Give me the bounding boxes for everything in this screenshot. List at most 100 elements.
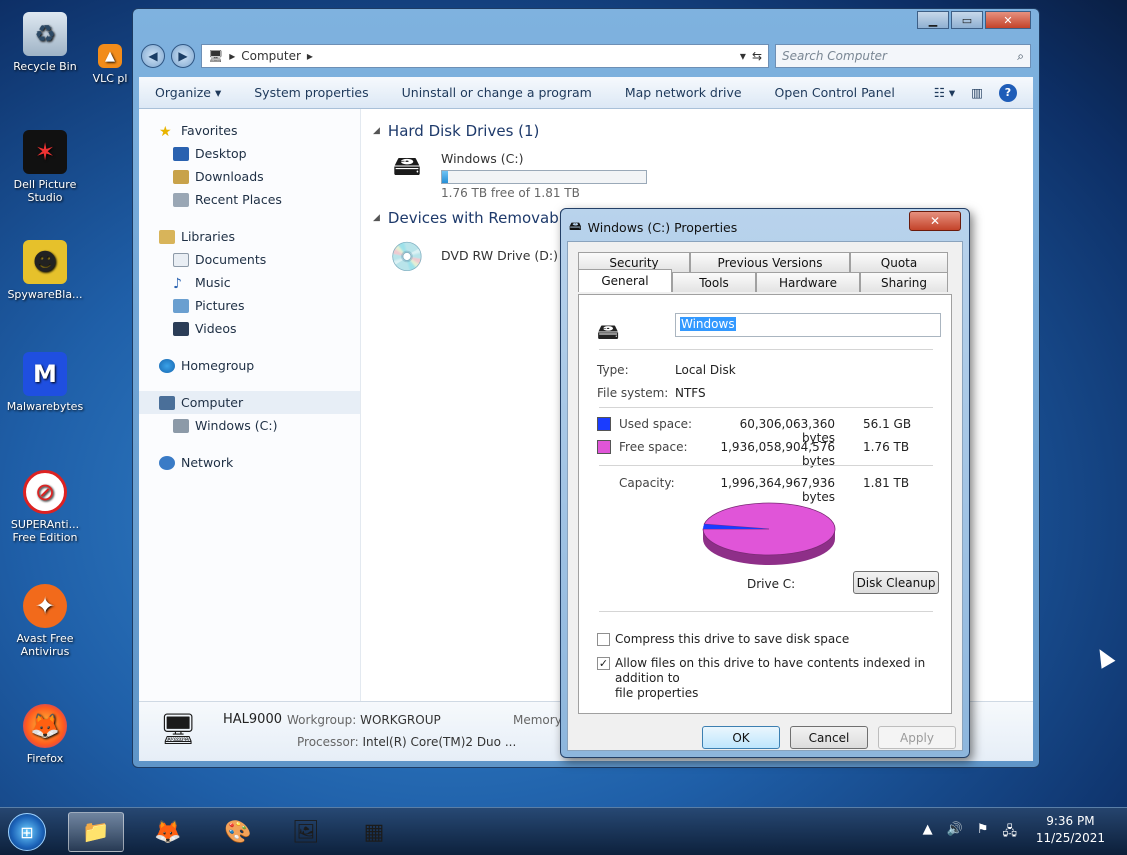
folder-icon: 📁 (82, 819, 110, 845)
cancel-button[interactable]: Cancel (790, 726, 868, 749)
firefox-icon: 🦊 (154, 819, 182, 845)
type-label: Type: (597, 363, 629, 377)
computer-icon: 🖥 (159, 712, 198, 747)
show-hidden-icons-icon[interactable]: ▲ (923, 822, 933, 844)
dialog-close-button[interactable]: ✕ (909, 211, 961, 231)
drive-c[interactable]: 🖴 Windows (C:) 1.76 TB free of 1.81 TB (383, 149, 1033, 200)
tab-previous-versions[interactable]: Previous Versions (690, 252, 850, 272)
hard-drive-icon: 🖴 (569, 218, 582, 233)
capacity-label: Capacity: (619, 476, 675, 490)
computer-icon: 🖥 (208, 49, 224, 63)
dvd-drive-icon: 💿 (389, 239, 425, 273)
search-placeholder: Search Computer (782, 49, 887, 63)
used-space-swatch (597, 417, 611, 431)
nav-downloads[interactable]: Downloads (139, 165, 360, 188)
properties-dialog: 🖴 Windows (C:) Properties ✕ Security Pre… (560, 208, 970, 758)
collapse-triangle-icon[interactable]: ◢ (373, 126, 380, 136)
tab-general[interactable]: General (578, 269, 672, 292)
compress-checkbox[interactable] (597, 633, 610, 646)
disk-cleanup-button[interactable]: Disk Cleanup (853, 571, 939, 594)
forward-button[interactable]: ▶ (171, 44, 195, 68)
system-tray: ▲ 🔊 ⚑ 🖧 (923, 822, 1017, 844)
system-properties-button[interactable]: System properties (254, 85, 368, 100)
chevron-down-icon[interactable]: ▾ (740, 49, 746, 63)
address-bar[interactable]: 🖥 ▸ Computer ▸ ▾ ⇆ (201, 44, 769, 68)
refresh-icon[interactable]: ⇆ (752, 49, 762, 63)
uninstall-program-button[interactable]: Uninstall or change a program (402, 85, 592, 100)
nav-windows-c[interactable]: Windows (C:) (139, 414, 360, 437)
downloads-icon (173, 169, 189, 184)
breadcrumb-computer[interactable]: Computer (241, 49, 301, 63)
nav-libraries[interactable]: Libraries (139, 225, 360, 248)
nav-network[interactable]: Network (139, 451, 360, 474)
type-value: Local Disk (675, 363, 736, 377)
maximize-button[interactable]: ▭ (951, 11, 983, 29)
taskbar-picture-app[interactable]: 🖼 (278, 812, 334, 852)
group-hard-disk-drives[interactable]: ◢ Hard Disk Drives (1) (373, 119, 1033, 143)
start-button[interactable]: ⊞ (8, 813, 46, 851)
desktop-icon-dell-picture-studio[interactable]: ✶ Dell Picture Studio (0, 130, 90, 204)
ok-button[interactable]: OK (702, 726, 780, 749)
back-button[interactable]: ◀ (141, 44, 165, 68)
taskbar-firefox[interactable]: 🦊 (140, 812, 196, 852)
organize-button[interactable]: Organize ▾ (155, 85, 221, 100)
nav-recent-places[interactable]: Recent Places (139, 188, 360, 211)
desktop-icon-superantispyware[interactable]: ⊘ SUPERAnti... Free Edition (0, 470, 90, 544)
volume-icon[interactable]: 🔊 (947, 822, 963, 844)
clock[interactable]: 9:36 PM 11/25/2021 (1036, 813, 1105, 847)
taskbar-control-panel[interactable]: ▦ (346, 812, 402, 852)
chevron-right-icon: ▸ (229, 49, 236, 63)
apply-button[interactable]: Apply (878, 726, 956, 749)
free-space-label: Free space: (619, 440, 688, 454)
preview-pane-icon[interactable]: ▥ (971, 85, 983, 100)
taskbar-explorer[interactable]: 📁 (68, 812, 124, 852)
nav-favorites[interactable]: ★ Favorites (139, 119, 360, 142)
close-button[interactable]: ✕ (985, 11, 1031, 29)
nav-videos[interactable]: Videos (139, 317, 360, 340)
general-tab-panel: 🖴 Windows Type: Local Disk File system: … (578, 294, 952, 714)
tab-tools[interactable]: Tools (672, 272, 756, 292)
tab-hardware[interactable]: Hardware (756, 272, 860, 292)
nav-pictures[interactable]: Pictures (139, 294, 360, 317)
action-center-flag-icon[interactable]: ⚑ (977, 822, 989, 844)
compress-label: Compress this drive to save disk space (615, 632, 850, 646)
search-input[interactable]: Search Computer ⌕ (775, 44, 1031, 68)
nav-documents[interactable]: Documents (139, 248, 360, 271)
taskbar-paint[interactable]: 🎨 (210, 812, 266, 852)
open-control-panel-button[interactable]: Open Control Panel (775, 85, 895, 100)
free-space-size: 1.76 TB (863, 440, 910, 454)
minimize-button[interactable]: ▁ (917, 11, 949, 29)
nav-homegroup[interactable]: Homegroup (139, 354, 360, 377)
drive-name-input[interactable]: Windows (675, 313, 941, 337)
view-options-icon[interactable]: ☷ ▾ (934, 85, 955, 100)
map-network-drive-button[interactable]: Map network drive (625, 85, 742, 100)
homegroup-icon (159, 358, 175, 373)
workgroup: Workgroup: WORKGROUP (287, 713, 441, 727)
desktop-icon-label: Firefox (26, 752, 64, 765)
index-checkbox[interactable]: ✓ (597, 657, 610, 670)
collapse-triangle-icon[interactable]: ◢ (373, 213, 380, 223)
desktop-icon-vlc[interactable]: ▲ VLC pl (90, 44, 130, 85)
clock-time: 9:36 PM (1046, 814, 1095, 828)
tab-quota[interactable]: Quota (850, 252, 948, 272)
tab-sharing[interactable]: Sharing (860, 272, 948, 292)
desktop-icon-avast[interactable]: ✦ Avast Free Antivirus (0, 584, 90, 658)
desktop-icon-firefox[interactable]: 🦊 Firefox (0, 704, 90, 765)
desktop-icon-malwarebytes[interactable]: M Malwarebytes (0, 352, 90, 413)
nav-desktop[interactable]: Desktop (139, 142, 360, 165)
memory-label: Memory (513, 713, 562, 727)
help-icon[interactable]: ? (999, 83, 1017, 102)
desktop-icon-spywareblaster[interactable]: ☻ SpywareBla... (0, 240, 90, 301)
nav-computer[interactable]: Computer (139, 391, 360, 414)
file-system-value: NTFS (675, 386, 706, 400)
nav-music[interactable]: ♪ Music (139, 271, 360, 294)
recycle-bin-icon: ♻ (23, 12, 67, 56)
drive-c-used-fill (442, 171, 449, 183)
window-controls: ▁ ▭ ✕ (917, 11, 1031, 29)
drive-d-name: DVD RW Drive (D:) (441, 248, 558, 263)
hard-drive-icon (173, 418, 189, 433)
network-icon[interactable]: 🖧 (1003, 822, 1018, 844)
clock-date: 11/25/2021 (1035, 831, 1105, 845)
desktop-icon-recycle-bin[interactable]: ♻ Recycle Bin (0, 12, 90, 73)
dialog-title-bar[interactable]: 🖴 Windows (C:) Properties (569, 217, 737, 238)
